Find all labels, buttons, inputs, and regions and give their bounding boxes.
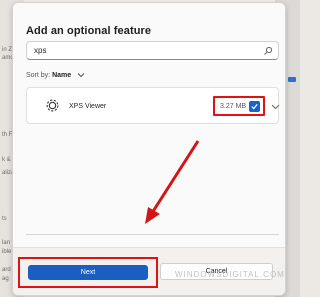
watermark: WINDOWSDIGITAL.COM [175, 270, 285, 279]
feature-row-xps-viewer[interactable]: XPS Viewer 3.27 MB [26, 87, 280, 124]
bg-fragment: k & [2, 157, 11, 163]
chevron-down-icon[interactable] [77, 72, 85, 78]
background-accent [288, 77, 296, 82]
bg-fragment: ible [2, 249, 12, 255]
sort-by-value: Name [52, 72, 72, 79]
bg-fragment: ard [2, 267, 11, 273]
bg-fragment: ts [2, 216, 7, 222]
divider [26, 234, 279, 235]
bg-fragment: ag [2, 276, 9, 282]
feature-checkbox[interactable] [249, 101, 260, 112]
feature-name: XPS Viewer [69, 103, 107, 110]
bg-fragment: lan [2, 240, 11, 246]
sort-by-control[interactable]: Sort by: Name [26, 72, 71, 79]
bg-fragment: in Z [2, 47, 13, 53]
size-highlight-box: 3.27 MB [213, 96, 265, 116]
feature-size: 3.27 MB [220, 103, 247, 110]
next-button[interactable]: Next [28, 265, 148, 280]
checkmark-icon [251, 104, 258, 110]
dialog-title: Add an optional feature [26, 25, 152, 37]
search-icon[interactable] [263, 46, 273, 56]
bg-fragment: th F [2, 132, 13, 138]
sort-by-label: Sort by: [26, 72, 51, 79]
next-highlight-box: Next [18, 257, 158, 288]
chevron-down-icon[interactable] [271, 103, 280, 110]
search-input[interactable]: xps [26, 41, 279, 60]
gear-icon [46, 99, 59, 112]
add-optional-feature-dialog: Add an optional feature xps Sort by: Nam… [12, 2, 286, 296]
search-value: xps [34, 46, 47, 55]
